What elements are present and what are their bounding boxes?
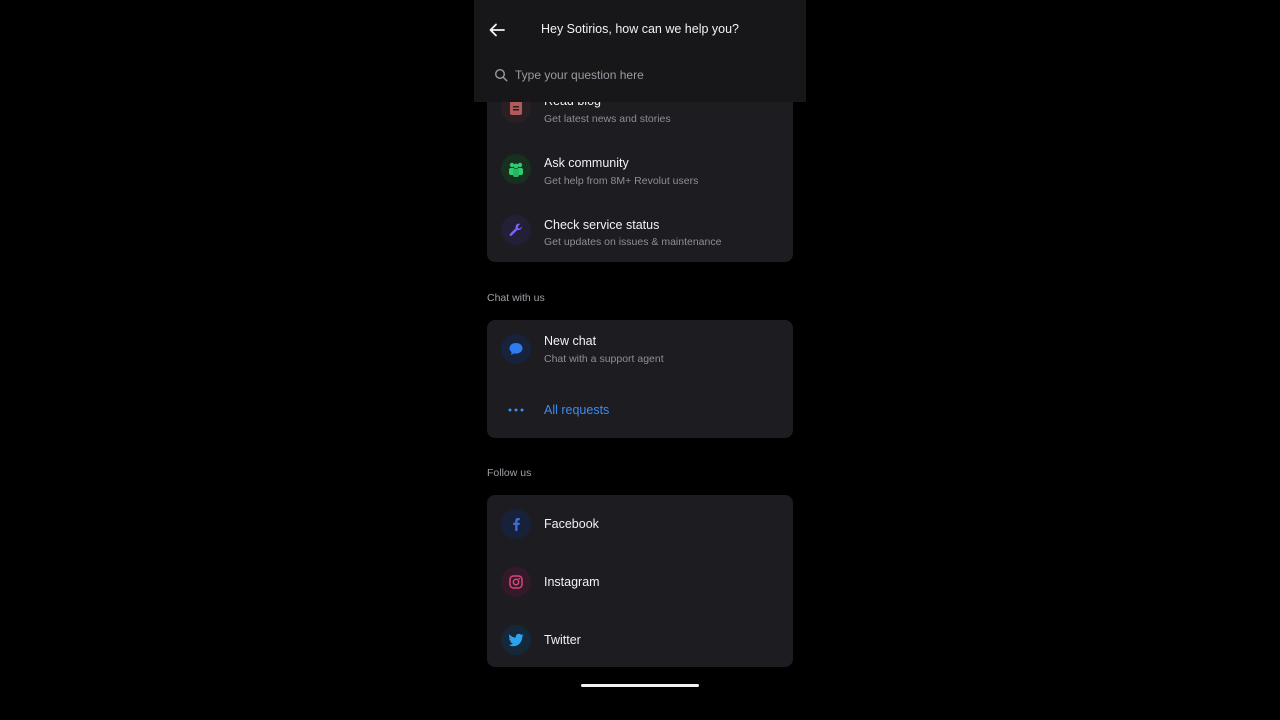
new-chat-title: New chat [544, 334, 597, 348]
chat-section-label: Chat with us [487, 292, 545, 304]
service-status-title: Check service status [544, 218, 660, 232]
twitter-icon [501, 625, 531, 655]
read-blog-subtitle: Get latest news and stories [544, 113, 671, 125]
community-icon [501, 154, 531, 184]
resources-card: Read blog Get latest news and stories As… [487, 82, 793, 262]
instagram-row[interactable]: Instagram [487, 565, 793, 599]
page-title: Hey Sotirios, how can we help you? [540, 22, 740, 36]
twitter-row[interactable]: Twitter [487, 623, 793, 657]
home-indicator[interactable] [581, 684, 699, 687]
service-status-row[interactable]: Check service status Get updates on issu… [487, 206, 793, 262]
wrench-icon [501, 215, 531, 245]
twitter-label: Twitter [544, 633, 581, 647]
facebook-row[interactable]: Facebook [487, 507, 793, 541]
follow-section-label: Follow us [487, 467, 532, 479]
facebook-label: Facebook [544, 517, 599, 531]
app-screen: Read blog Get latest news and stories As… [474, 0, 806, 720]
all-requests-link[interactable]: All requests [544, 403, 609, 417]
instagram-label: Instagram [544, 575, 600, 589]
service-status-subtitle: Get updates on issues & maintenance [544, 236, 722, 248]
help-header: Hey Sotirios, how can we help you? [474, 0, 806, 102]
new-chat-subtitle: Chat with a support agent [544, 353, 664, 365]
instagram-icon [501, 567, 531, 597]
facebook-icon [501, 509, 531, 539]
search-icon [494, 68, 508, 82]
new-chat-row[interactable]: New chat Chat with a support agent [487, 320, 793, 380]
ask-community-row[interactable]: Ask community Get help from 8M+ Revolut … [487, 144, 793, 202]
follow-card: Facebook Instagram Twitter [487, 495, 793, 667]
search-input[interactable] [515, 66, 785, 84]
ask-community-subtitle: Get help from 8M+ Revolut users [544, 175, 699, 187]
all-requests-row[interactable]: All requests [487, 390, 793, 430]
search-bar[interactable] [474, 60, 806, 90]
chat-card: New chat Chat with a support agent All r… [487, 320, 793, 438]
more-dots-icon [501, 395, 531, 425]
chat-bubble-icon [501, 334, 531, 364]
ask-community-title: Ask community [544, 156, 629, 170]
